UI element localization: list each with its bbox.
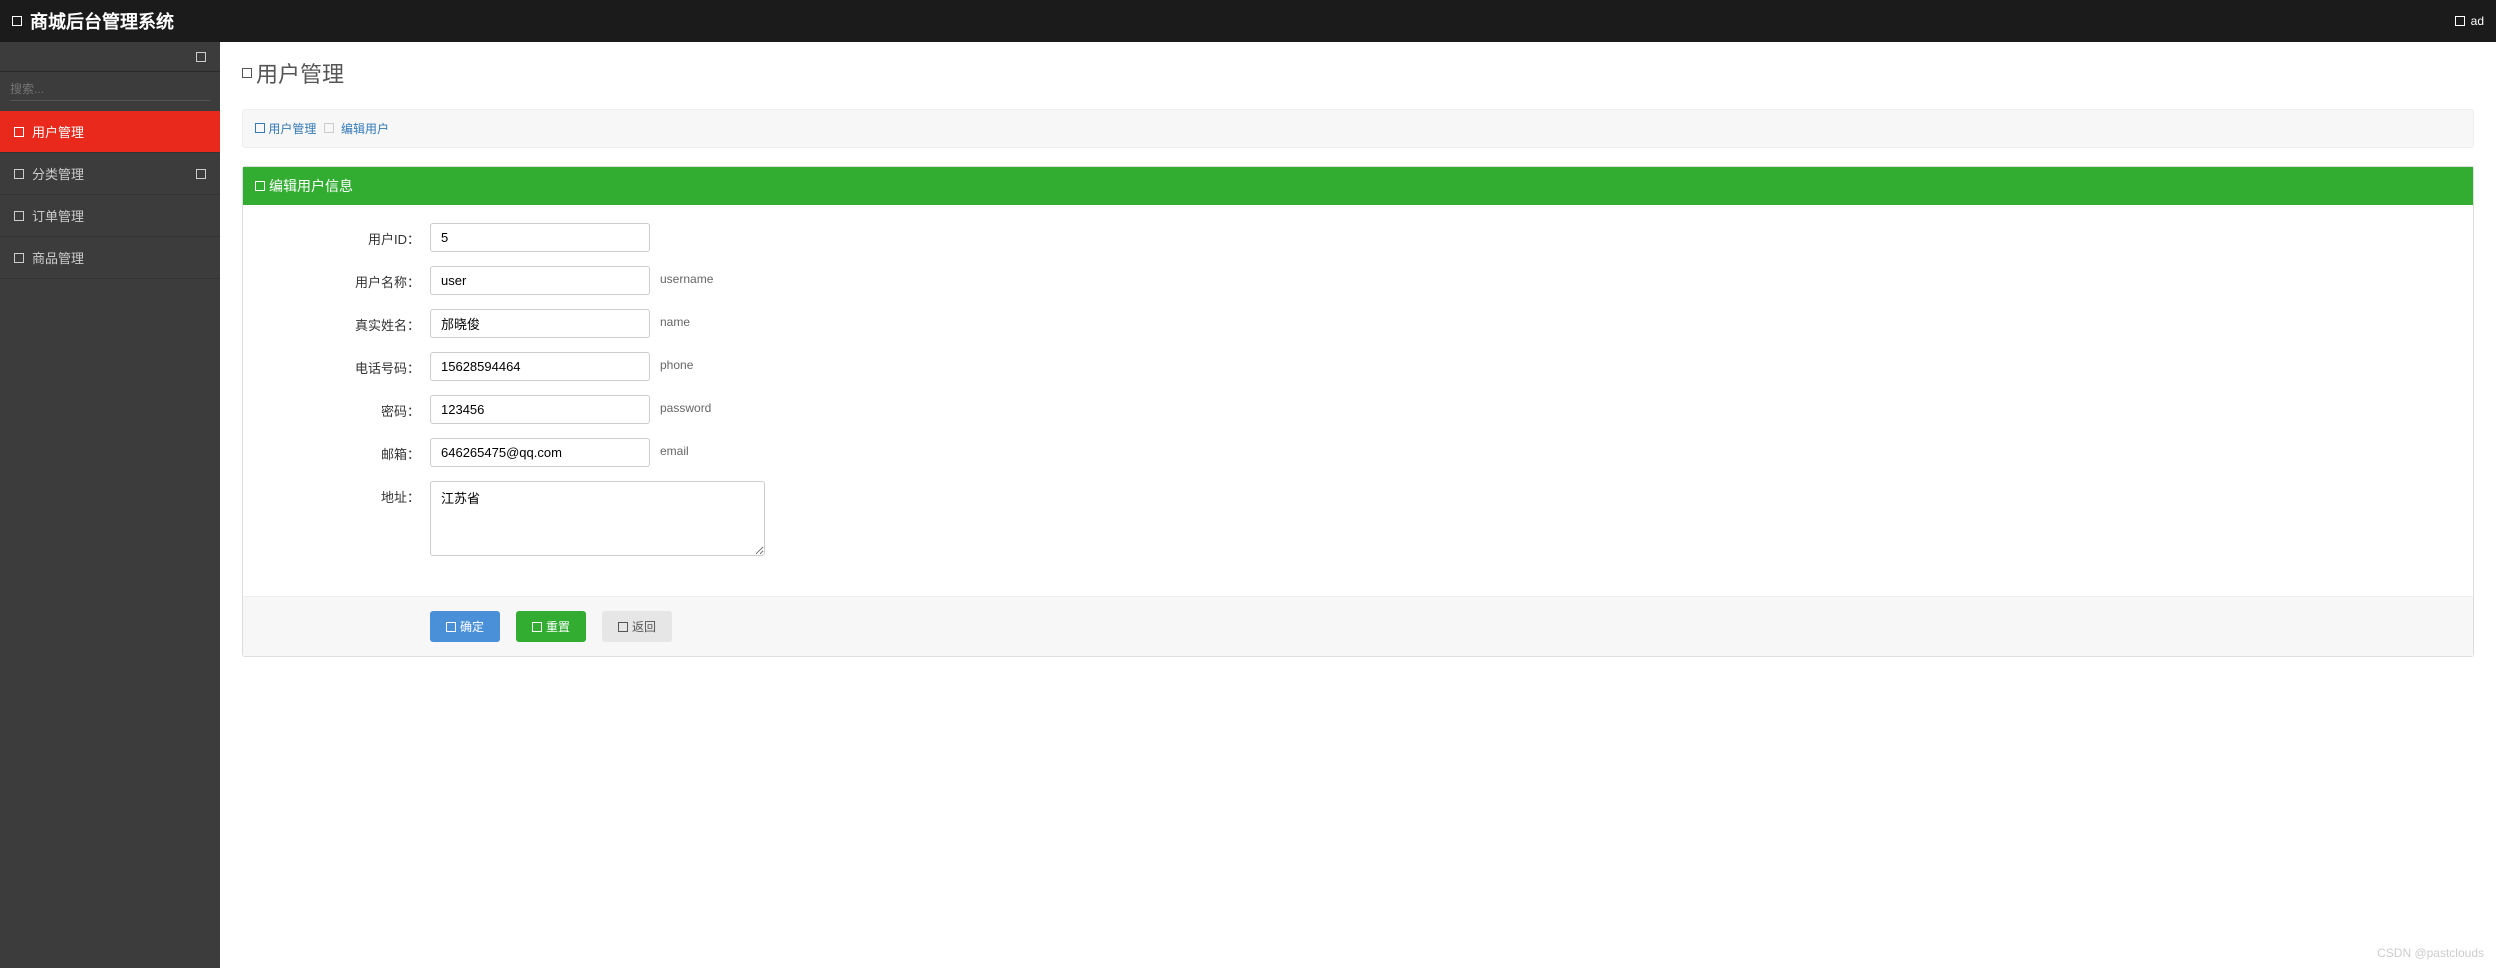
chevron-icon bbox=[196, 169, 206, 179]
user-name: ad bbox=[2471, 14, 2484, 28]
hint-phone: phone bbox=[660, 352, 693, 372]
home-icon bbox=[255, 123, 265, 133]
sidebar-item-categories[interactable]: 分类管理 bbox=[0, 153, 220, 195]
reset-button[interactable]: 重置 bbox=[516, 611, 586, 642]
label-address: 地址： bbox=[265, 481, 430, 506]
input-username[interactable] bbox=[430, 266, 650, 295]
sidebar-item-products[interactable]: 商品管理 bbox=[0, 237, 220, 279]
check-icon bbox=[446, 622, 456, 632]
products-icon bbox=[14, 253, 24, 263]
row-address: 地址： bbox=[265, 481, 2451, 556]
sidebar-nav: 用户管理 分类管理 订单管理 商品管理 bbox=[0, 111, 220, 279]
sidebar-item-label: 订单管理 bbox=[32, 206, 84, 225]
sidebar-item-label: 商品管理 bbox=[32, 248, 84, 267]
breadcrumb-link-edit[interactable]: 编辑用户 bbox=[341, 122, 389, 136]
container: 用户管理 分类管理 订单管理 商品管理 用户管理 用户管理 编辑用 bbox=[0, 42, 2496, 968]
hint-realname: name bbox=[660, 309, 690, 329]
menu-icon bbox=[12, 16, 22, 26]
sidebar-item-orders[interactable]: 订单管理 bbox=[0, 195, 220, 237]
row-phone: 电话号码： phone bbox=[265, 352, 2451, 381]
label-password: 密码： bbox=[265, 395, 430, 420]
sidebar-item-users[interactable]: 用户管理 bbox=[0, 111, 220, 153]
watermark: CSDN @pastclouds bbox=[2377, 946, 2484, 960]
hint-password: password bbox=[660, 395, 711, 415]
sidebar-item-label: 用户管理 bbox=[32, 122, 84, 141]
sidebar: 用户管理 分类管理 订单管理 商品管理 bbox=[0, 42, 220, 968]
edit-icon bbox=[255, 181, 265, 191]
label-realname: 真实姓名： bbox=[265, 309, 430, 334]
footer-buttons: 确定 重置 返回 bbox=[265, 611, 2451, 642]
app-title: 商城后台管理系统 bbox=[30, 8, 174, 34]
label-email: 邮箱： bbox=[265, 438, 430, 463]
input-realname[interactable] bbox=[430, 309, 650, 338]
label-phone: 电话号码： bbox=[265, 352, 430, 377]
page-title: 用户管理 bbox=[242, 57, 2474, 89]
submit-button[interactable]: 确定 bbox=[430, 611, 500, 642]
sidebar-search bbox=[0, 72, 220, 107]
top-bar: 商城后台管理系统 ad bbox=[0, 0, 2496, 42]
user-icon bbox=[2455, 16, 2465, 26]
main: 用户管理 用户管理 编辑用户 编辑用户信息 用户ID： 用户名称： bbox=[220, 42, 2496, 968]
hint-username: username bbox=[660, 266, 713, 286]
input-email[interactable] bbox=[430, 438, 650, 467]
textarea-address[interactable] bbox=[430, 481, 765, 556]
row-username: 用户名称： username bbox=[265, 266, 2451, 295]
page-header: 用户管理 bbox=[220, 42, 2496, 97]
row-user-id: 用户ID： bbox=[265, 223, 2451, 252]
breadcrumb-link-users[interactable]: 用户管理 bbox=[268, 122, 316, 136]
sidebar-item-label: 分类管理 bbox=[32, 164, 84, 183]
row-realname: 真实姓名： name bbox=[265, 309, 2451, 338]
input-phone[interactable] bbox=[430, 352, 650, 381]
panel-title: 编辑用户信息 bbox=[269, 176, 353, 196]
breadcrumb-sep bbox=[324, 122, 334, 136]
categories-icon bbox=[14, 169, 24, 179]
orders-icon bbox=[14, 211, 24, 221]
input-password[interactable] bbox=[430, 395, 650, 424]
top-bar-left: 商城后台管理系统 bbox=[12, 8, 174, 34]
refresh-icon bbox=[532, 622, 542, 632]
edit-panel: 编辑用户信息 用户ID： 用户名称： username 真实姓名： name bbox=[242, 166, 2474, 657]
top-bar-right[interactable]: ad bbox=[2455, 14, 2484, 28]
input-user-id[interactable] bbox=[430, 223, 650, 252]
row-email: 邮箱： email bbox=[265, 438, 2451, 467]
search-input[interactable] bbox=[10, 78, 210, 101]
label-user-id: 用户ID： bbox=[265, 223, 430, 248]
chevron-right-icon bbox=[324, 123, 334, 133]
collapse-icon bbox=[196, 52, 206, 62]
panel-footer: 确定 重置 返回 bbox=[243, 596, 2473, 656]
sidebar-collapse[interactable] bbox=[0, 42, 220, 72]
panel-body: 用户ID： 用户名称： username 真实姓名： name 电话号码： ph… bbox=[243, 205, 2473, 596]
back-icon bbox=[618, 622, 628, 632]
panel-header: 编辑用户信息 bbox=[243, 167, 2473, 205]
users-icon bbox=[14, 127, 24, 137]
back-button[interactable]: 返回 bbox=[602, 611, 672, 642]
breadcrumb: 用户管理 编辑用户 bbox=[242, 109, 2474, 148]
label-username: 用户名称： bbox=[265, 266, 430, 291]
hint-email: email bbox=[660, 438, 689, 458]
page-title-icon bbox=[242, 68, 252, 78]
row-password: 密码： password bbox=[265, 395, 2451, 424]
